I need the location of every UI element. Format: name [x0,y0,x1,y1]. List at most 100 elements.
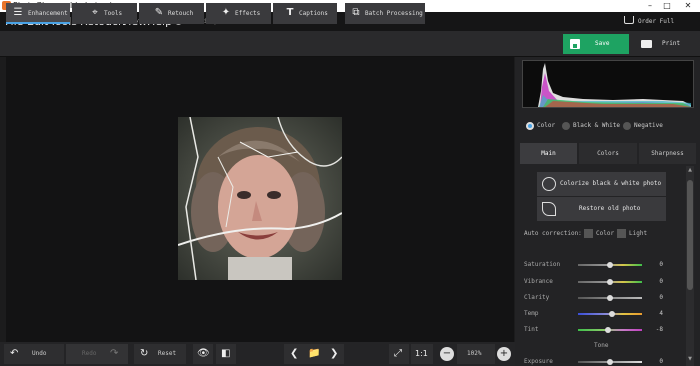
undo-icon: ↶ [10,348,19,359]
cart-icon [624,16,634,24]
slider-vibrance-knob[interactable] [607,279,613,285]
fit-screen-icon: ⤢ [394,348,402,359]
slider-saturation-value: 0 [659,261,663,268]
file-navigator: ❮ 📁 ❯ [284,344,344,364]
slider-temp-value: 4 [659,310,663,317]
redo-icon: ↷ [110,348,119,359]
save-disk-icon [570,39,580,49]
zoom-out-button[interactable]: − [440,347,454,361]
actual-size-button[interactable]: 1:1 [411,344,433,364]
reset-label: Reset [158,350,177,357]
colorize-label: Colorize black & white photo [560,180,662,187]
restore-label: Restore old photo [579,205,641,212]
panel-tabs: Main Colors Sharpness [520,143,696,164]
zoom-level-value: 102% [467,350,482,357]
tab-tools[interactable]: ⌖ Tools [72,3,137,24]
slider-temp-knob[interactable] [609,311,615,317]
slider-clarity-label: Clarity [524,294,550,301]
scroll-down-icon[interactable]: ▼ [687,356,693,362]
tab-colors[interactable]: Colors [579,143,637,164]
radio-negative-label: Negative [634,122,663,129]
reset-button[interactable]: ↻ Reset [134,344,186,364]
slider-saturation-knob[interactable] [607,262,613,268]
panel-scrollbar-thumb[interactable] [687,180,693,290]
tab-retouch-label: Retouch [168,10,194,17]
radio-black-white[interactable] [562,122,570,130]
compare-icon: ◧ [221,348,231,359]
tab-main[interactable]: Main [520,143,577,164]
folder-icon[interactable]: 📁 [308,344,320,364]
tab-sharpness[interactable]: Sharpness [639,143,696,164]
photo-preview [178,117,342,280]
panel-scrollbar[interactable] [686,166,694,366]
printer-icon [641,40,652,48]
batch-processing-label: Batch Processing [365,10,423,17]
redo-button[interactable]: Redo ↷ [66,344,128,364]
slider-vibrance[interactable] [578,279,642,285]
slider-saturation-label: Saturation [524,261,561,268]
save-button[interactable]: Save [563,34,629,54]
redo-label: Redo [82,350,97,357]
sliders-icon: ☰ [13,7,23,18]
tab-enhancement-label: Enhancement [28,10,68,17]
tab-retouch[interactable]: ✎ Retouch [139,3,204,24]
slider-temp[interactable] [578,311,642,317]
radio-color[interactable] [526,122,534,130]
radio-color-label: Color [537,122,556,129]
tab-tools-label: Tools [104,10,123,17]
slider-temp-label: Temp [524,310,539,317]
checkbox-light-label: Light [629,230,648,237]
eye-icon: 👁 [197,348,210,359]
save-label: Save [595,40,610,47]
next-arrow-icon[interactable]: ❯ [330,344,338,364]
batch-processing-button[interactable]: ⧉ Batch Processing [345,3,425,24]
scroll-up-icon[interactable]: ▲ [687,167,693,173]
prev-arrow-icon[interactable]: ❮ [290,344,298,364]
tab-effects-label: Effects [235,10,261,17]
compare-toggle[interactable]: ◧ [216,344,236,364]
slider-exposure-knob[interactable] [607,359,613,365]
tab-effects[interactable]: ✦ Effects [206,3,271,24]
print-button[interactable]: Print [632,34,698,54]
tab-captions-label: Captions [299,10,328,17]
zoom-level: 102% [457,344,495,364]
checkbox-light[interactable] [617,229,626,238]
radio-negative[interactable] [623,122,631,130]
slider-tint-value: -8 [655,326,663,333]
slider-clarity[interactable] [578,295,642,301]
print-label: Print [662,40,681,47]
slider-tint-knob[interactable] [605,327,611,333]
magic-wand-icon: ✦ [221,7,231,18]
slider-tint-label: Tint [524,326,539,333]
tone-section-heading: Tone [594,342,609,349]
batch-icon: ⧉ [352,7,360,18]
preview-toggle[interactable]: 👁 [193,344,213,364]
slider-exposure[interactable] [578,359,642,365]
close-icon[interactable]: ✕ [678,0,698,12]
slider-exposure-value: 0 [659,358,663,365]
slider-clarity-value: 0 [659,294,663,301]
maximize-icon[interactable]: □ [657,0,677,12]
feather-icon [542,202,556,216]
slider-exposure-label: Exposure [524,358,553,365]
restore-button[interactable]: Restore old photo [537,197,666,221]
undo-button[interactable]: ↶ Undo [4,344,64,364]
crop-icon: ⌖ [92,7,98,18]
fit-screen-button[interactable]: ⤢ [389,344,409,364]
checkbox-color[interactable] [584,229,593,238]
checkbox-color-label: Color [596,230,615,237]
color-mode-group: Color Black & White Negative [522,117,692,135]
slider-vibrance-value: 0 [659,278,663,285]
palette-icon [542,177,556,191]
slider-tint[interactable] [578,327,642,333]
colorize-button[interactable]: Colorize black & white photo [537,172,666,196]
slider-saturation[interactable] [578,262,642,268]
auto-correction-label: Auto correction: [524,230,582,237]
brush-icon: ✎ [154,7,164,18]
undo-label: Undo [32,350,47,357]
slider-clarity-knob[interactable] [607,295,613,301]
histogram [522,60,694,108]
tab-enhancement[interactable]: ☰ Enhancement [6,3,70,24]
zoom-in-button[interactable]: + [497,347,511,361]
tab-captions[interactable]: T Captions [273,3,337,24]
